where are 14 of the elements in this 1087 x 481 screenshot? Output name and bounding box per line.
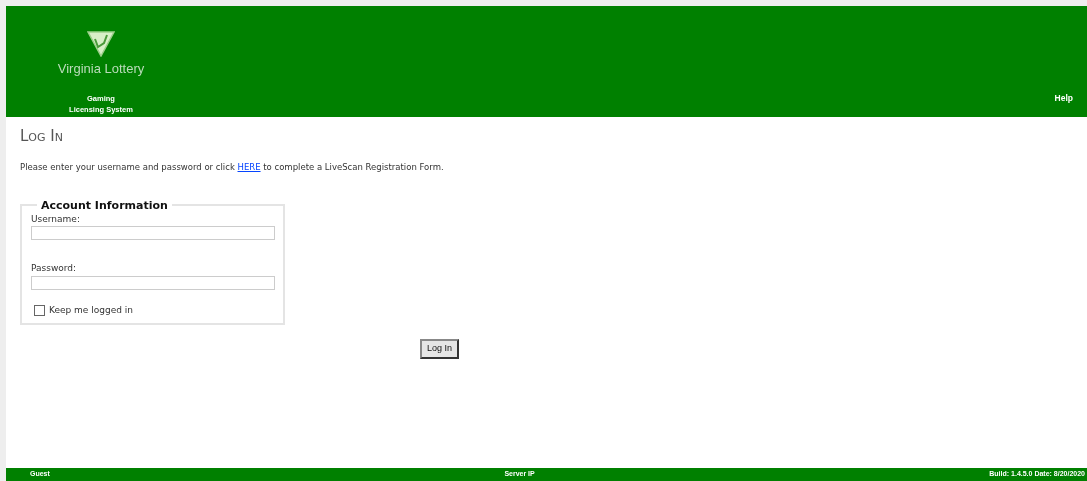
input-field[interactable] — [31, 226, 275, 241]
field-label: Password: — [31, 262, 78, 276]
logo-text: Virginia Lottery — [57, 59, 145, 78]
login-button[interactable]: Log In — [420, 339, 460, 359]
intro-text: Please enter your username and password or click HERE to complete a LiveScan Registration Form. — [20, 161, 445, 174]
input-field[interactable] — [31, 275, 275, 290]
fieldset-legend: Account Information — [37, 199, 172, 211]
page-title: Log In — [20, 127, 64, 145]
keep-logged-in-checkbox[interactable] — [34, 305, 45, 316]
here-link[interactable]: HERE — [237, 162, 261, 172]
lottery-logo-icon — [87, 28, 115, 57]
help-link[interactable]: Help — [1054, 92, 1073, 105]
field-label: Username: — [31, 212, 81, 226]
keep-logged-in-label: Keep me logged in — [49, 303, 133, 317]
